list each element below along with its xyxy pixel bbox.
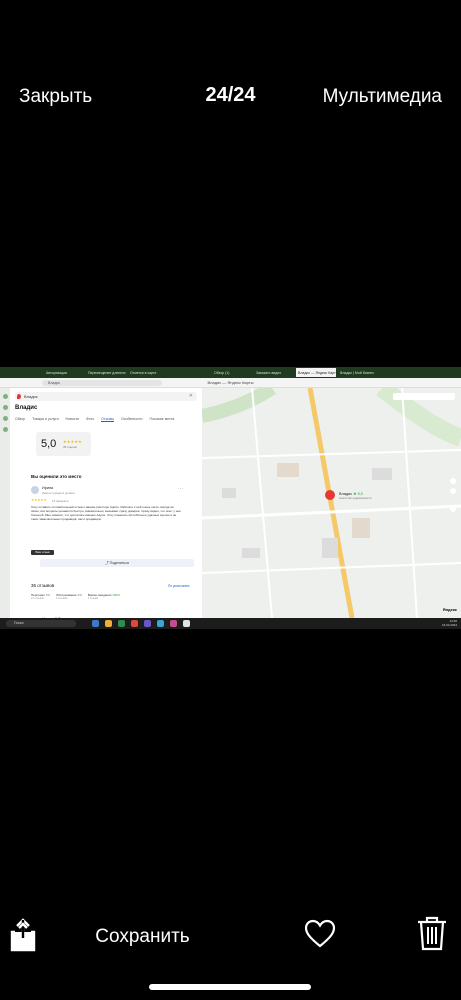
your-review-badge: Ваш отзыв — [31, 550, 54, 555]
tab-goods[interactable]: Товары и услуги — [32, 417, 58, 422]
browser-tab[interactable]: Авторизация — [44, 368, 84, 377]
aspect-count: 13 отзывов — [31, 597, 44, 600]
marker-category: Агентство недвижимости — [339, 496, 372, 500]
close-button[interactable]: Закрыть — [19, 86, 92, 108]
browser-tab-active[interactable]: Владис — Яндекс Карты — [296, 368, 336, 377]
taskbar-app-icon[interactable] — [170, 620, 177, 627]
browser-tab-bar: Авторизация Перемещение длинного Отметки… — [0, 367, 461, 378]
taskbar-app-icon[interactable] — [183, 620, 190, 627]
page-title: Владис — Яндекс Карты — [207, 380, 254, 385]
browser-tab[interactable] — [170, 368, 210, 377]
rating-count: 35 оценок — [63, 445, 77, 449]
map-streets — [202, 388, 461, 618]
aspect-count: 9 отзывов — [55, 597, 68, 600]
browser-tab[interactable] — [2, 368, 42, 377]
media-button[interactable]: Мультимедиа — [323, 86, 442, 108]
locate-button[interactable] — [450, 506, 456, 512]
more-icon[interactable]: ··· — [178, 486, 183, 492]
map-toolbar[interactable] — [393, 393, 455, 400]
browser-tab[interactable]: Обзор (1) — [212, 368, 252, 377]
taskbar-app-icon[interactable] — [157, 620, 164, 627]
place-title: Владис — [15, 405, 38, 411]
heart-icon[interactable] — [304, 919, 336, 949]
tab-similar[interactable]: Похожие места — [149, 417, 174, 422]
reviewer-level: Знаток города 2 уровня — [42, 491, 75, 495]
close-icon[interactable]: ✕ — [189, 392, 193, 401]
photo-image: Авторизация Перемещение длинного Отметки… — [0, 367, 461, 629]
rating-value: 5,0 — [41, 438, 57, 450]
rating-summary: 5,0 ★★★★★ 35 оценок — [36, 432, 91, 456]
search-input[interactable]: Владис ✕ — [15, 392, 197, 401]
sort-dropdown[interactable]: По умолчанию — [168, 584, 190, 588]
browser-sidebar — [0, 388, 10, 618]
sidebar-icon — [2, 394, 8, 399]
search-value: Владис — [24, 394, 38, 399]
sidebar-icon — [2, 405, 8, 410]
tab-photos[interactable]: Фото — [86, 417, 94, 422]
viewer-bottom-bar: Сохранить — [0, 910, 461, 960]
reviews-count: 35 отзывов — [31, 583, 55, 588]
zoom-out-button[interactable] — [450, 488, 456, 494]
review-date: 14 февраля — [52, 499, 69, 503]
zoom-in-button[interactable] — [450, 478, 456, 484]
taskbar-app-icon[interactable] — [92, 620, 99, 627]
place-tabs: Обзор Товары и услуги Новости Фото Отзыв… — [15, 417, 174, 422]
sidebar-icon — [2, 427, 8, 432]
tab-reviews[interactable]: Отзывы — [101, 417, 114, 422]
aspect-count: 4 отзыва — [87, 597, 99, 600]
place-marker[interactable] — [325, 490, 335, 500]
taskbar-app-icon[interactable] — [144, 620, 151, 627]
taskbar-search[interactable]: Поиск — [6, 620, 76, 627]
tab-features[interactable]: Особенности — [121, 417, 143, 422]
sidebar-icon — [2, 416, 8, 421]
map-pin-icon — [17, 394, 21, 399]
review-stars: ★★★★★ — [31, 498, 47, 502]
aspect-value: 100% — [112, 593, 120, 597]
taskbar-app-icon[interactable] — [105, 620, 112, 627]
review-aspects: Персонал 1% 13 отзывов Обслуживание 4% 9 о… — [31, 593, 120, 600]
browser-tab[interactable]: Заказать видео — [254, 368, 294, 377]
avatar — [31, 486, 39, 494]
aspect-pill[interactable]: Персонал 1% 13 отзывов — [31, 593, 50, 600]
rated-heading: Вы оценили это место — [31, 474, 82, 479]
share-label: Поделиться — [109, 561, 129, 565]
tab-news[interactable]: Новости — [66, 417, 80, 422]
photo-counter-text: 24/24 — [205, 84, 256, 106]
home-indicator[interactable] — [149, 984, 311, 990]
trash-icon[interactable] — [416, 915, 448, 951]
review-text: Хочу оставить положительный отзыв о ваше… — [31, 505, 181, 521]
share-button[interactable]: ⤴ Поделиться — [40, 559, 194, 567]
taskbar-app-icon[interactable] — [131, 620, 138, 627]
browser-tab[interactable]: Отметки в карте — [128, 368, 168, 377]
browser-tab[interactable]: Перемещение длинного — [86, 368, 126, 377]
tab-overview[interactable]: Обзор — [15, 417, 25, 422]
reviewer-name: Ирина — [42, 486, 54, 490]
windows-taskbar: Поиск 14:30 16.02.2024 — [0, 618, 461, 629]
taskbar-clock: 14:30 16.02.2024 — [442, 619, 457, 627]
aspect-pill[interactable]: Время ожидания 100% 4 отзыва — [88, 593, 120, 600]
viewer-top-bar: Закрыть 24/24 Мультимедиа — [0, 78, 461, 114]
browser-tab[interactable]: Владис | Мой бизнес — [338, 368, 378, 377]
aspect-value: 1% — [45, 593, 50, 597]
taskbar-apps — [92, 620, 190, 627]
clock-date: 16.02.2024 — [441, 623, 457, 627]
place-panel: Владис ✕ Владис Обзор Товары и услуги Но… — [10, 388, 202, 627]
map-view[interactable]: Владис ★ 5,0 Агентство недвижимости Янде… — [202, 388, 461, 618]
aspect-value: 4% — [77, 593, 82, 597]
save-button[interactable]: Сохранить — [0, 926, 285, 948]
browser-address-bar: Владис Владис — Яндекс Карты — [0, 378, 461, 388]
taskbar-app-icon[interactable] — [118, 620, 125, 627]
aspect-pill[interactable]: Обслуживание 4% 9 отзывов — [56, 593, 82, 600]
map-brand: Яндекс — [442, 607, 457, 612]
rating-stars: ★★★★★ — [63, 439, 82, 444]
